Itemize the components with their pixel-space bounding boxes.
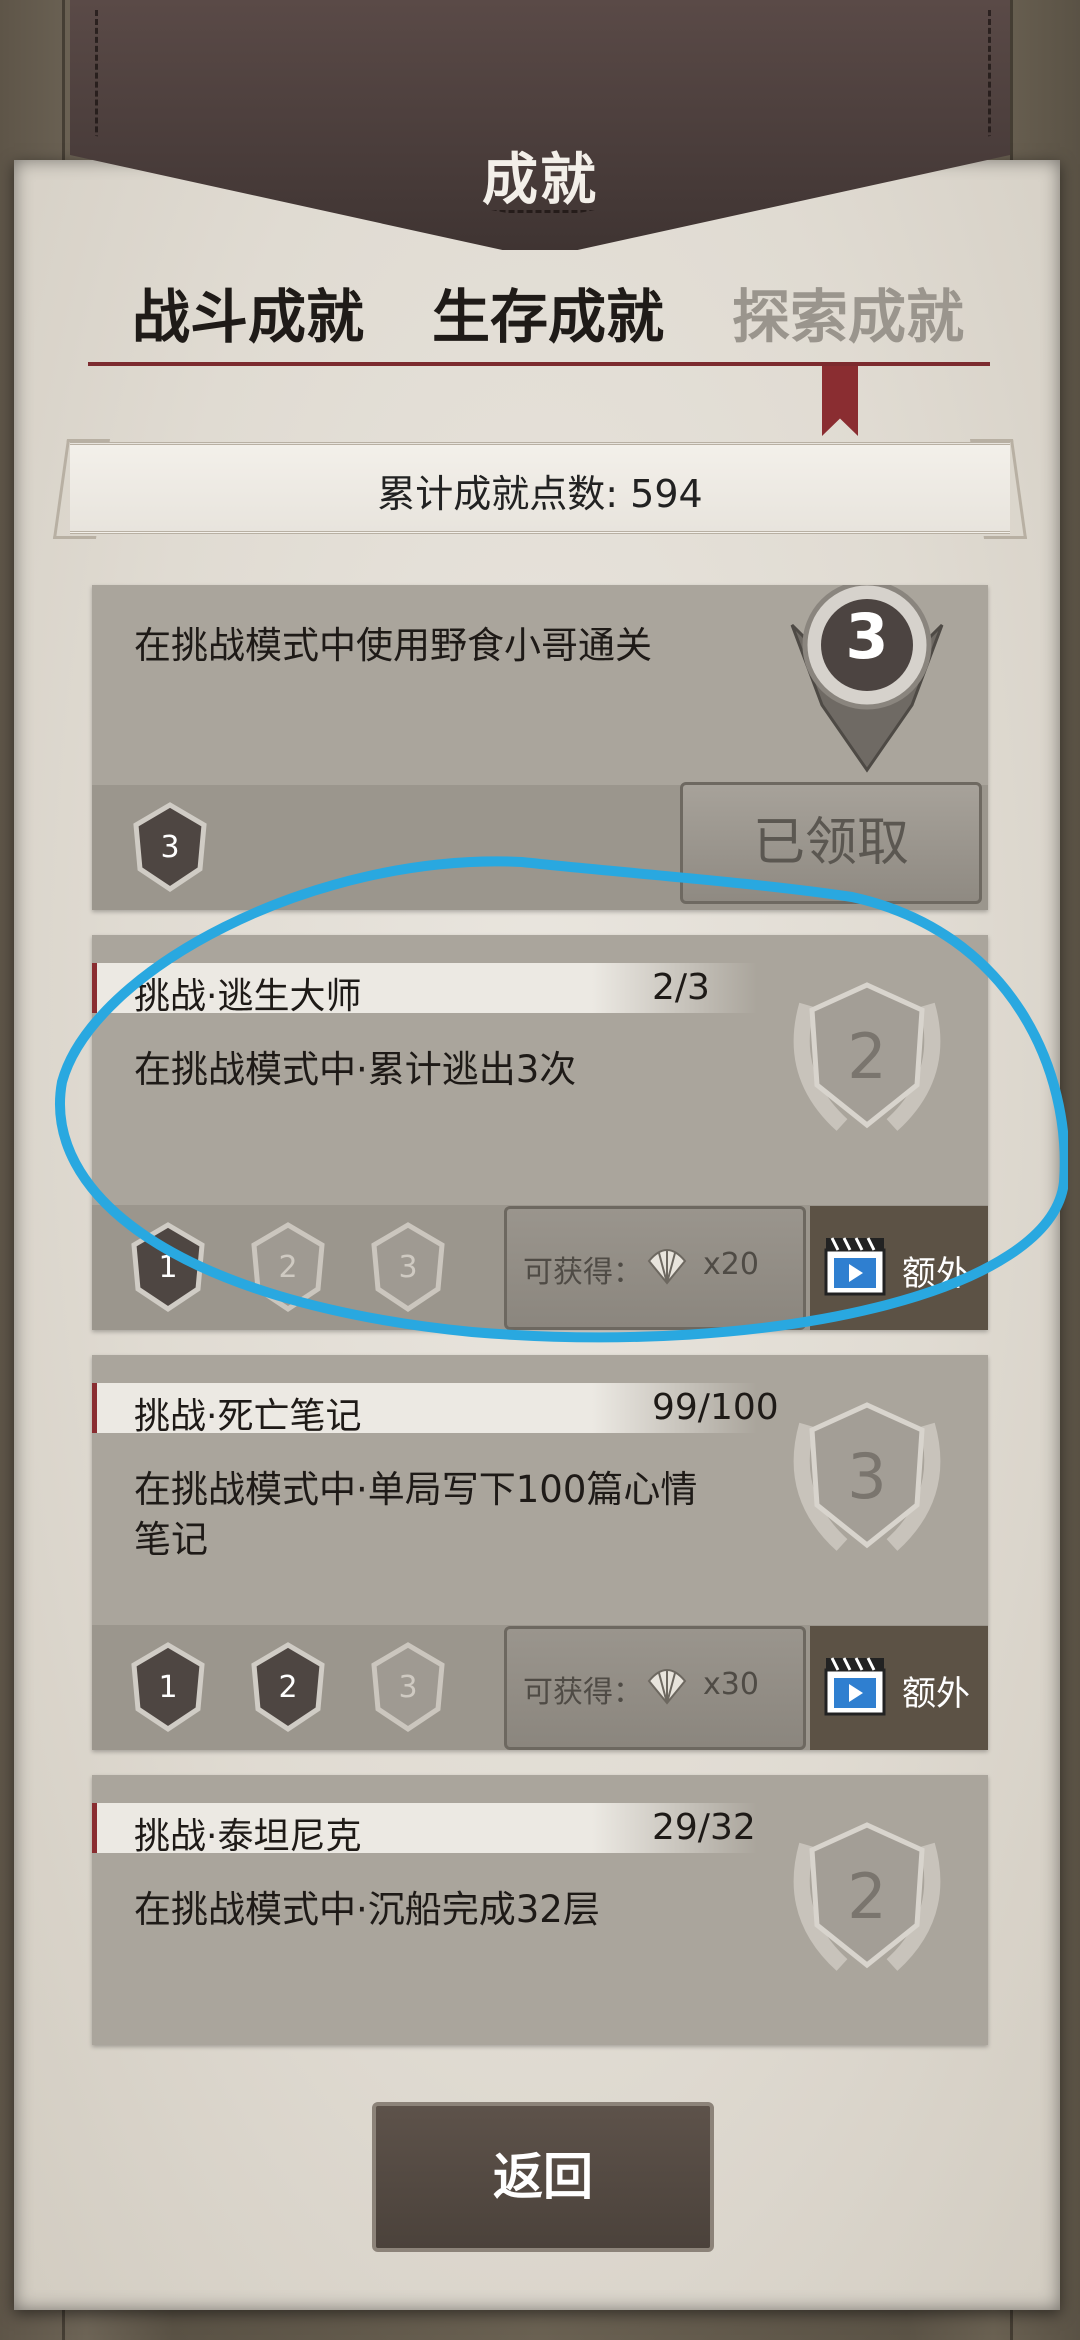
small-medal-level: 1 [158, 1250, 178, 1285]
achievement-description: 在挑战模式中·沉船完成32层 [134, 1888, 600, 1931]
achievement-name: 挑战·死亡笔记 [134, 1396, 362, 1437]
page-title: 成就 [482, 148, 598, 213]
extra-label: 额外 [902, 1254, 970, 1294]
gold-medal-icon: 3 [772, 580, 962, 775]
laurel-medal-icon: 2 [772, 965, 962, 1155]
medal-level: 3 [847, 1440, 887, 1513]
reward-label: 可获得： [523, 1255, 643, 1290]
small-medal-icon: 3 [122, 799, 218, 895]
achievement-card: 挑战·死亡笔记 99/100 在挑战模式中·单局写下100篇心情笔记 3 1 2… [92, 1355, 988, 1750]
small-medal-icon: 3 [360, 1219, 456, 1315]
small-medal-icon: 2 [240, 1639, 336, 1735]
medal-level: 2 [847, 1860, 887, 1933]
achievement-name: 挑战·泰坦尼克 [134, 1816, 362, 1857]
achievement-name: 挑战·逃生大师 [134, 976, 362, 1017]
shell-icon [645, 1663, 689, 1707]
small-medal-icon: 1 [120, 1219, 216, 1315]
card-footer: 1 2 3 可获得： x30 额外 [92, 1625, 988, 1750]
small-medal-level: 2 [278, 1250, 298, 1285]
small-medal-level: 3 [398, 1250, 418, 1285]
achievement-card: 挑战·逃生大师 2/3 在挑战模式中·累计逃出3次 2 1 2 3 可获得： x… [92, 935, 988, 1330]
video-icon [822, 1654, 888, 1718]
points-banner: 累计成就点数: 594 [70, 442, 1010, 534]
reward-quantity: x20 [703, 1247, 759, 1282]
video-icon [822, 1234, 888, 1298]
laurel-medal-icon: 3 [772, 1385, 962, 1575]
small-medal-level: 3 [398, 1670, 418, 1705]
shell-icon [645, 1243, 689, 1287]
extra-reward-button[interactable]: 额外 [810, 1206, 988, 1330]
reward-quantity: x30 [703, 1667, 759, 1702]
reward-box: 可获得： x20 [504, 1206, 806, 1330]
small-medal-icon: 3 [360, 1639, 456, 1735]
small-medal-icon: 2 [240, 1219, 336, 1315]
return-button[interactable]: 返回 [372, 2102, 714, 2252]
reward-label: 可获得： [523, 1675, 643, 1710]
achievement-card: 在挑战模式中使用野食小哥通关 3 3 已领取 [92, 580, 988, 910]
tab-combat[interactable]: 战斗成就 [132, 270, 364, 354]
achievement-description: 在挑战模式中使用野食小哥通关 [134, 624, 652, 667]
card-footer: 3 已领取 [92, 782, 988, 910]
achievement-description: 在挑战模式中·单局写下100篇心情笔记 [134, 1468, 698, 1561]
achievement-progress: 2/3 [652, 967, 710, 1008]
medal-level: 2 [847, 1020, 887, 1093]
extra-reward-button[interactable]: 额外 [810, 1626, 988, 1750]
small-medal-level: 3 [160, 830, 180, 865]
total-points-text: 累计成就点数: 594 [377, 472, 703, 516]
small-medal-level: 1 [158, 1670, 178, 1705]
tab-survival[interactable]: 生存成就 [432, 270, 664, 354]
achievement-card: 挑战·泰坦尼克 29/32 在挑战模式中·沉船完成32层 2 [92, 1775, 988, 2045]
claimed-button[interactable]: 已领取 [680, 782, 982, 904]
tab-exploration[interactable]: 探索成就 [732, 270, 964, 354]
achievement-progress: 99/100 [652, 1387, 779, 1428]
reward-box: 可获得： x30 [504, 1626, 806, 1750]
small-medal-icon: 1 [120, 1639, 216, 1735]
tab-underline [88, 362, 990, 366]
medal-level: 3 [845, 600, 889, 673]
achievement-description: 在挑战模式中·累计逃出3次 [134, 1048, 577, 1091]
achievement-progress: 29/32 [652, 1807, 756, 1848]
extra-label: 额外 [902, 1674, 970, 1714]
card-footer: 1 2 3 可获得： x20 额外 [92, 1205, 988, 1330]
laurel-medal-icon: 2 [772, 1805, 962, 1995]
small-medal-level: 2 [278, 1670, 298, 1705]
